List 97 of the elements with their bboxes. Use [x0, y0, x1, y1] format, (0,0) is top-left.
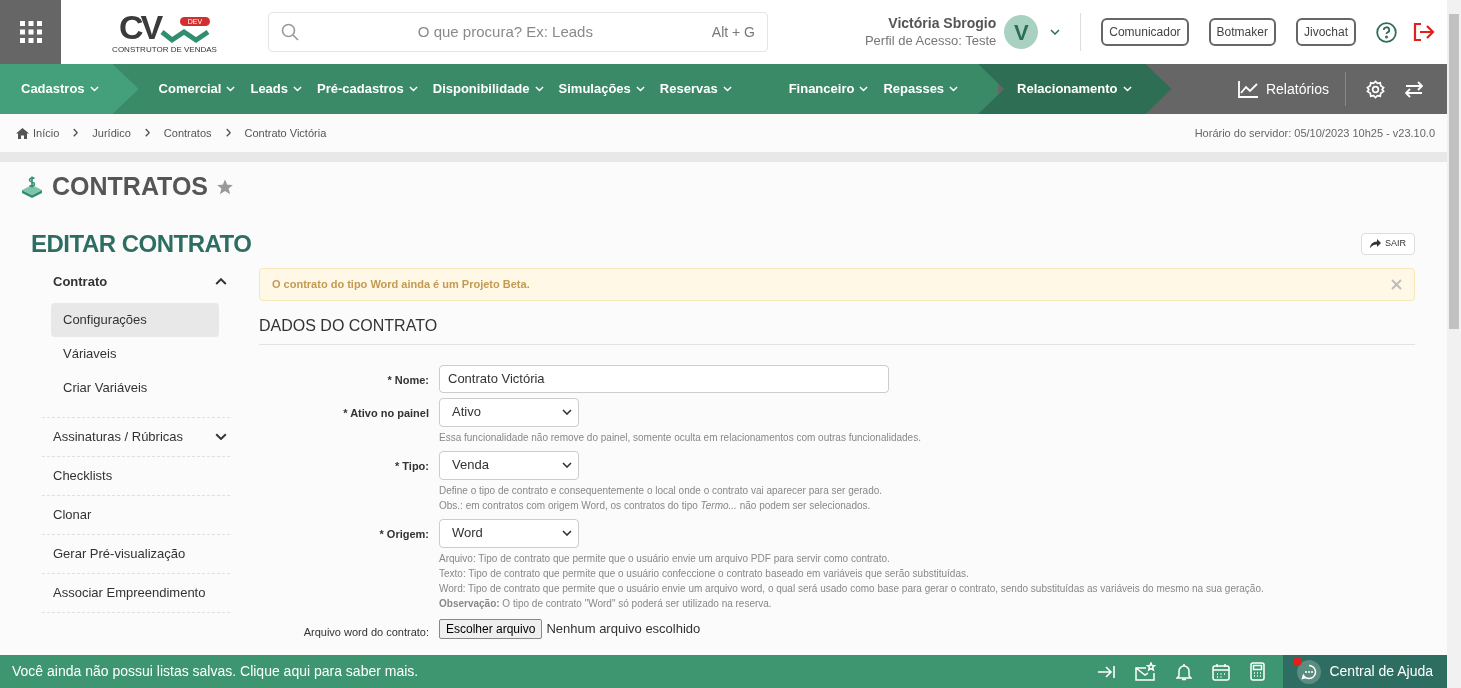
- sidebar-item[interactable]: Checklists: [42, 456, 230, 495]
- chevron-down-icon: [859, 86, 869, 92]
- saved-lists-message[interactable]: Você ainda não possui listas salvas. Clique aqui para saber mais.: [0, 655, 1098, 688]
- breadcrumb-link[interactable]: Contrato Victória: [244, 124, 327, 142]
- nav-menu-item[interactable]: Disponibilidade: [432, 64, 544, 114]
- select-input[interactable]: Venda: [439, 450, 579, 480]
- chevron-down-icon: [1122, 86, 1132, 92]
- field-label: * Tipo:: [394, 458, 430, 474]
- chevron-down-icon: [293, 86, 303, 92]
- field-label: * Nome:: [386, 372, 430, 388]
- sidebar-item[interactable]: Associar Empreendimento: [42, 573, 230, 612]
- nav-menu-item[interactable]: Leads: [250, 64, 303, 114]
- nav-menu-item[interactable]: Pré-cadastros: [317, 64, 418, 114]
- breadcrumb-link[interactable]: Jurídico: [92, 124, 131, 142]
- field-label: * Origem:: [378, 526, 430, 542]
- money-box-icon: [20, 174, 44, 199]
- arrow-to-line-icon[interactable]: [1097, 664, 1116, 679]
- chat-bubble-icon: [1297, 659, 1322, 684]
- header-button[interactable]: Jivochat: [1295, 18, 1356, 46]
- reports-link[interactable]: Relatórios: [1221, 78, 1345, 100]
- chevron-right-icon: [144, 128, 150, 138]
- scrollbar-thumb[interactable]: [1449, 14, 1459, 329]
- help-text: Texto: Tipo de contrato que permite que o usuário confeccione o contrato baseado em variáveis que serão substituídas.: [439, 566, 970, 581]
- nav-menu-item[interactable]: Repasses: [883, 64, 959, 114]
- field-label: * Ativo no painel: [342, 405, 430, 421]
- sidebar-item[interactable]: Assinaturas / Rúbricas: [42, 417, 230, 456]
- search-box[interactable]: O que procura? Ex: Leads Alt + G: [268, 12, 768, 52]
- chevron-down-icon: [534, 86, 544, 92]
- nav-menu-item[interactable]: Simulações: [558, 64, 645, 114]
- logo-subtitle: CONSTRUTOR DE VENDAS: [112, 46, 217, 54]
- chevron-right-icon: [225, 128, 231, 138]
- envelope-star-icon[interactable]: [1135, 662, 1157, 681]
- exit-button[interactable]: SAIR: [1361, 232, 1415, 255]
- share-arrow-icon: [1370, 239, 1381, 248]
- logo-wave-icon: [160, 26, 211, 44]
- search-icon: [281, 23, 299, 41]
- help-text: Essa funcionalidade não remove do painel, somente oculta em relacionamentos com outras funcionalidades.: [439, 430, 921, 445]
- server-time: Horário do servidor: 05/10/2023 10h25 - v23.10.0: [1194, 125, 1435, 141]
- breadcrumb-link[interactable]: Contratos: [163, 124, 212, 142]
- header-button[interactable]: Comunicador: [1101, 18, 1189, 46]
- nav-menu-item[interactable]: Relacionamento: [978, 64, 1172, 114]
- chevron-right-icon: [73, 128, 79, 138]
- chevron-down-icon: [562, 409, 572, 415]
- file-status: Nenhum arquivo escolhido: [546, 619, 701, 638]
- swap-arrows-icon[interactable]: [1405, 80, 1423, 98]
- sidebar-subitem[interactable]: Configurações: [51, 302, 219, 337]
- shortcut-hint: Alt + G: [711, 22, 755, 42]
- alert-text: O contrato do tipo Word ainda é um Projeto Beta.: [272, 276, 530, 292]
- home-icon: [16, 127, 29, 139]
- chevron-down-icon[interactable]: [1050, 29, 1061, 35]
- chevron-down-icon: [226, 86, 236, 92]
- help-text: Observação: O tipo de contrato "Word" só poderá ser utilizado na reserva.: [439, 596, 773, 611]
- sidebar-subitem[interactable]: Criar Variáveis: [51, 370, 219, 405]
- file-choose-button[interactable]: Escolher arquivo: [439, 618, 543, 639]
- select-input[interactable]: Ativo: [439, 397, 579, 427]
- sidebar-item[interactable]: Gerar Pré-visualização: [42, 534, 230, 573]
- calculator-icon[interactable]: [1250, 662, 1266, 681]
- sidebar-subitem[interactable]: Váriaveis: [51, 336, 219, 371]
- chevron-down-icon: [562, 530, 572, 536]
- section-title: EDITAR CONTRATO: [31, 228, 252, 259]
- scrollbar[interactable]: [1447, 0, 1461, 688]
- nav-menu-item[interactable]: Reservas: [659, 64, 732, 114]
- logo-text: CV: [118, 10, 161, 44]
- settings-icon[interactable]: [1366, 79, 1385, 99]
- form-title: DADOS DO CONTRATO: [259, 313, 1415, 345]
- help-text: Word: Tipo de contrato que permite que o usuário envie um arquivo word, o qual será usado como base para gerar o contrato, sendo substituídas as variáveis do mesmo na sua geração.: [439, 581, 1264, 596]
- select-input[interactable]: Word: [439, 518, 579, 548]
- chevron-down-icon: [408, 86, 418, 92]
- bell-icon[interactable]: [1176, 662, 1193, 681]
- apps-menu-button[interactable]: [0, 0, 61, 64]
- help-center-button[interactable]: Central de Ajuda: [1283, 655, 1447, 688]
- search-field[interactable]: O que procura? Ex: Leads: [299, 20, 712, 44]
- help-text: Arquivo: Tipo de contrato que permite que o usuário envie um arquivo PDF para servir como contrato.: [439, 551, 891, 566]
- sidebar-item[interactable]: Contrato: [42, 265, 230, 298]
- breadcrumb-link[interactable]: Início: [33, 124, 60, 142]
- sidebar-item[interactable]: Clonar: [42, 495, 230, 534]
- help-text: Obs.: em contratos com origem Word, os contratos do tipo Termo... não podem ser selecionados.: [439, 498, 872, 513]
- help-text: Define o tipo de contrato e consequentemente o local onde o contrato vai aparecer para ser gerado.: [439, 483, 883, 498]
- user-avatar[interactable]: V: [1004, 15, 1039, 49]
- help-icon[interactable]: [1376, 21, 1397, 43]
- chevron-down-icon: [722, 86, 732, 92]
- logout-icon[interactable]: [1413, 22, 1435, 42]
- chevron-down-icon: [562, 462, 572, 468]
- page-title: CONTRATOS: [52, 171, 209, 202]
- chevron-down-icon: [949, 86, 959, 92]
- field-label: Arquivo word do contrato:: [302, 624, 430, 640]
- chevron-down-icon: [635, 86, 645, 92]
- nav-menu-item[interactable]: Financeiro: [788, 64, 869, 114]
- line-chart-icon: [1237, 80, 1258, 98]
- calendar-icon[interactable]: [1212, 662, 1231, 681]
- text-input[interactable]: Contrato Victória: [439, 364, 889, 393]
- user-profile: Perfil de Acesso: Teste: [864, 32, 997, 49]
- user-name: Victória Sbrogio: [888, 15, 997, 33]
- grid-icon: [19, 21, 42, 43]
- nav-menu-item[interactable]: Comercial: [158, 64, 236, 114]
- chevron-down-icon: [89, 86, 99, 92]
- header-button[interactable]: Botmaker: [1208, 18, 1276, 46]
